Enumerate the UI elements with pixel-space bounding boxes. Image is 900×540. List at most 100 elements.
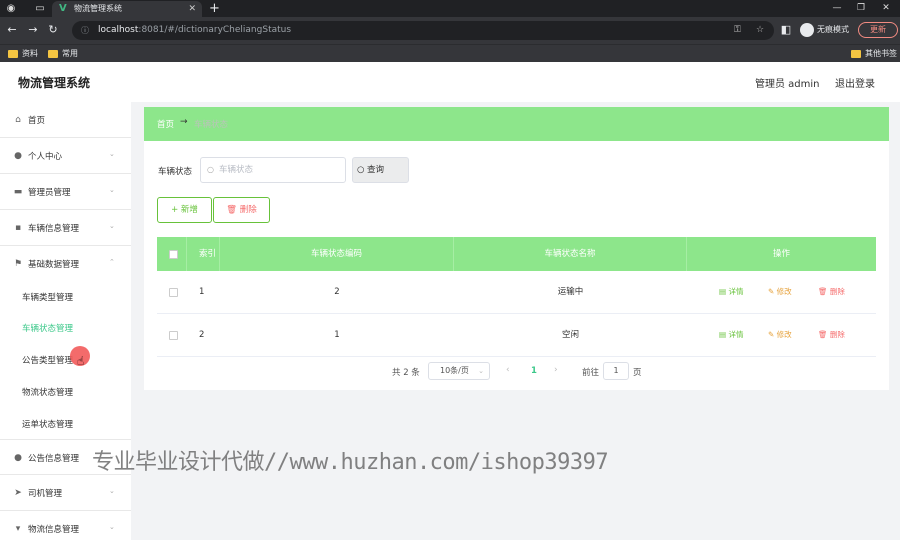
sidebar-item-admins[interactable]: ▬ 管理员管理 ⌄ [0, 174, 131, 210]
sidebar-item-basedata[interactable]: ⚑ 基础数据管理 ⌃ [0, 246, 131, 282]
incognito-indicator[interactable]: 无痕模式 [800, 23, 849, 37]
bookmark-folder[interactable]: 常用 [48, 47, 78, 61]
user-icon: ● [14, 151, 22, 161]
cell-code: 2 [334, 287, 340, 297]
logout-link[interactable]: 退出登录 [835, 75, 875, 90]
tab-list-icon[interactable]: ▭ [33, 2, 47, 15]
edit-button[interactable]: ✎ 修改 [768, 329, 792, 341]
window-close-icon[interactable]: ✕ [874, 0, 898, 17]
detail-button[interactable]: ▤ 详情 [719, 286, 743, 298]
batch-delete-button[interactable]: 🗑 删除 [213, 197, 270, 223]
edit-button[interactable]: ✎ 修改 [768, 286, 792, 298]
submenu-logistics-status[interactable]: 物流状态管理 [22, 386, 73, 398]
header-select-cell [157, 237, 187, 271]
sidepanel-icon[interactable]: ◧ [779, 23, 793, 37]
select-all-checkbox[interactable] [169, 250, 178, 259]
incognito-label: 无痕模式 [817, 25, 849, 34]
restore-icon[interactable]: ❐ [849, 0, 873, 17]
table-row: 1 2 运输中 ▤ 详情 ✎ 修改 🗑 删除 [157, 271, 876, 314]
other-bookmarks[interactable]: 其他书签 [851, 47, 897, 61]
sidebar-item-logistics[interactable]: ▾ 物流信息管理 ⌄ [0, 511, 131, 540]
plus-icon: + [171, 205, 181, 215]
chevron-down-icon: ⌄ [109, 222, 115, 230]
url-path: :8081/#/dictionaryCheliangStatus [138, 25, 292, 35]
reload-icon[interactable]: ↻ [46, 23, 60, 37]
search-label: 车辆状态 [158, 167, 193, 177]
sidebar-item-label: 个人中心 [28, 152, 63, 162]
next-page-icon[interactable]: › [554, 365, 558, 375]
sidebar-item-label: 物流信息管理 [28, 525, 80, 535]
cell-name: 运输中 [557, 287, 584, 297]
submenu-vehicle-type[interactable]: 车辆类型管理 [22, 291, 73, 303]
row-checkbox[interactable] [169, 331, 178, 340]
url-host: localhost [98, 25, 139, 35]
search-input[interactable] [219, 163, 339, 177]
detail-label: 详情 [728, 287, 744, 296]
table-row: 2 1 空闲 ▤ 详情 ✎ 修改 🗑 删除 [157, 314, 876, 357]
goto-unit: 页 [633, 368, 642, 378]
address-bar[interactable]: ⓘ localhost:8081/#/dictionaryCheliangSta… [72, 21, 774, 40]
current-user: 管理员 admin [755, 79, 820, 90]
folder-icon [48, 50, 58, 58]
detail-button[interactable]: ▤ 详情 [719, 329, 743, 341]
search-field[interactable]: ○ [200, 157, 346, 183]
app-header: 物流管理系统 管理员 admin 退出登录 [0, 62, 900, 102]
browser-tab[interactable]: V 物流管理系统 ✕ [52, 1, 202, 17]
chevron-down-icon: ⌄ [109, 487, 115, 495]
bookmark-label: 常用 [62, 49, 78, 58]
app-title: 物流管理系统 [18, 76, 91, 90]
query-button[interactable]: ○ 查询 [352, 157, 409, 183]
sidebar-item-drivers[interactable]: ➤ 司机管理 ⌄ [0, 475, 131, 511]
sidebar-item-label: 公告信息管理 [28, 454, 80, 464]
delete-button[interactable]: 🗑 删除 [818, 286, 845, 298]
query-button-label: 查询 [367, 165, 385, 175]
goto-page-input[interactable]: 1 [603, 362, 629, 380]
submenu-vehicle-status[interactable]: 车辆状态管理 [22, 322, 73, 334]
tab-title: 物流管理系统 [74, 4, 122, 13]
vue-favicon-icon: V [59, 3, 67, 14]
current-page[interactable]: 1 [531, 366, 537, 376]
trash-icon: 🗑 [818, 330, 830, 339]
edit-icon: ✎ [768, 330, 777, 339]
info-icon[interactable]: ⓘ [81, 21, 89, 40]
sidebar-item-vehicles[interactable]: ▪ 车辆信息管理 ⌄ [0, 210, 131, 246]
column-header-name: 车辆状态名称 [454, 237, 687, 271]
delete-button[interactable]: 🗑 删除 [818, 329, 845, 341]
page-size-select[interactable]: 10条/页 ⌄ [428, 362, 490, 380]
admin-icon: ▬ [13, 187, 23, 197]
cell-index: 1 [199, 287, 205, 297]
sidebar-item-home[interactable]: ⌂ 首页 [0, 102, 131, 138]
location-icon: ● [14, 453, 22, 463]
detail-label: 详情 [728, 330, 744, 339]
breadcrumb-home[interactable]: 首页 [157, 118, 174, 130]
row-checkbox[interactable] [169, 288, 178, 297]
forward-icon[interactable]: → [26, 23, 40, 37]
watermark: 专业毕业设计代做//www.huzhan.com/ishop39397 [92, 450, 609, 475]
column-header-actions: 操作 [772, 249, 790, 259]
breadcrumb-current: 车辆状态 [194, 120, 229, 130]
other-bookmarks-label: 其他书签 [865, 49, 897, 58]
prev-page-icon[interactable]: ‹ [506, 365, 510, 375]
tab-close-icon[interactable]: ✕ [188, 1, 196, 17]
flag-icon: ⚑ [13, 259, 23, 269]
bookmarks-bar: 资料 常用 其他书签 [0, 44, 900, 62]
back-icon[interactable]: ← [5, 23, 19, 37]
column-header-index: 索引 [187, 237, 220, 271]
submenu-notice-type[interactable]: 公告类型管理 [22, 354, 73, 366]
submenu-waybill-status[interactable]: 运单状态管理 [22, 418, 73, 430]
chevron-down-icon: ⌄ [478, 367, 484, 375]
search-icon: ○ [357, 165, 365, 175]
key-icon[interactable]: ⚿ [734, 21, 741, 40]
send-icon: ➤ [14, 488, 22, 498]
delete-label: 删除 [829, 287, 845, 296]
minimize-icon[interactable]: — [825, 0, 849, 17]
update-button[interactable]: 更新 [858, 22, 898, 38]
edit-label: 修改 [776, 330, 792, 339]
add-button[interactable]: + 新增 [157, 197, 212, 223]
bookmark-folder[interactable]: 资料 [8, 47, 38, 61]
sidebar-item-personal[interactable]: ● 个人中心 ⌄ [0, 138, 131, 174]
new-tab-icon[interactable]: + [209, 0, 220, 17]
cell-name: 空闲 [561, 330, 579, 340]
star-icon[interactable]: ☆ [756, 21, 764, 40]
globe-icon[interactable]: ◉ [4, 2, 18, 15]
